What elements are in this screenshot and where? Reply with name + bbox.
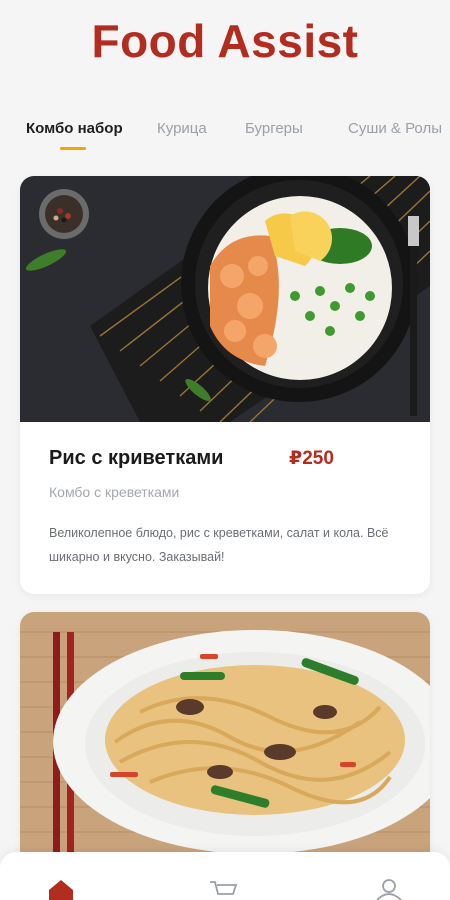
active-tab-indicator	[60, 147, 86, 150]
tab-combo[interactable]: Комбо набор	[26, 120, 123, 137]
tab-chicken[interactable]: Курица	[157, 120, 207, 137]
dish-subtitle: Комбо с креветками	[49, 484, 180, 500]
bottom-navigation	[0, 852, 450, 900]
dish-description: Великолепное блюдо, рис с креветками, са…	[49, 526, 389, 564]
dish-price: ₽250	[289, 448, 334, 469]
shrimp-rice-bowl-image	[20, 176, 430, 422]
dish-card[interactable]	[20, 612, 430, 872]
dish-details: Рис с криветками ₽250 Комбо с креветками…	[20, 422, 430, 594]
tab-burgers[interactable]: Бургеры	[245, 120, 303, 137]
tab-sushi-rolls[interactable]: Суши & Ролы	[348, 120, 442, 137]
dish-name: Рис с криветками	[49, 447, 224, 469]
app-title: Food Assist	[91, 15, 359, 67]
noodles-plate-image	[20, 612, 430, 872]
dish-card[interactable]: Рис с криветками ₽250 Комбо с креветками…	[20, 176, 430, 594]
cart-icon[interactable]	[208, 878, 238, 900]
category-tabs: Комбо набор Курица Бургеры Суши & Ролы	[0, 120, 450, 160]
profile-icon[interactable]	[374, 878, 404, 900]
home-icon[interactable]	[46, 878, 76, 900]
